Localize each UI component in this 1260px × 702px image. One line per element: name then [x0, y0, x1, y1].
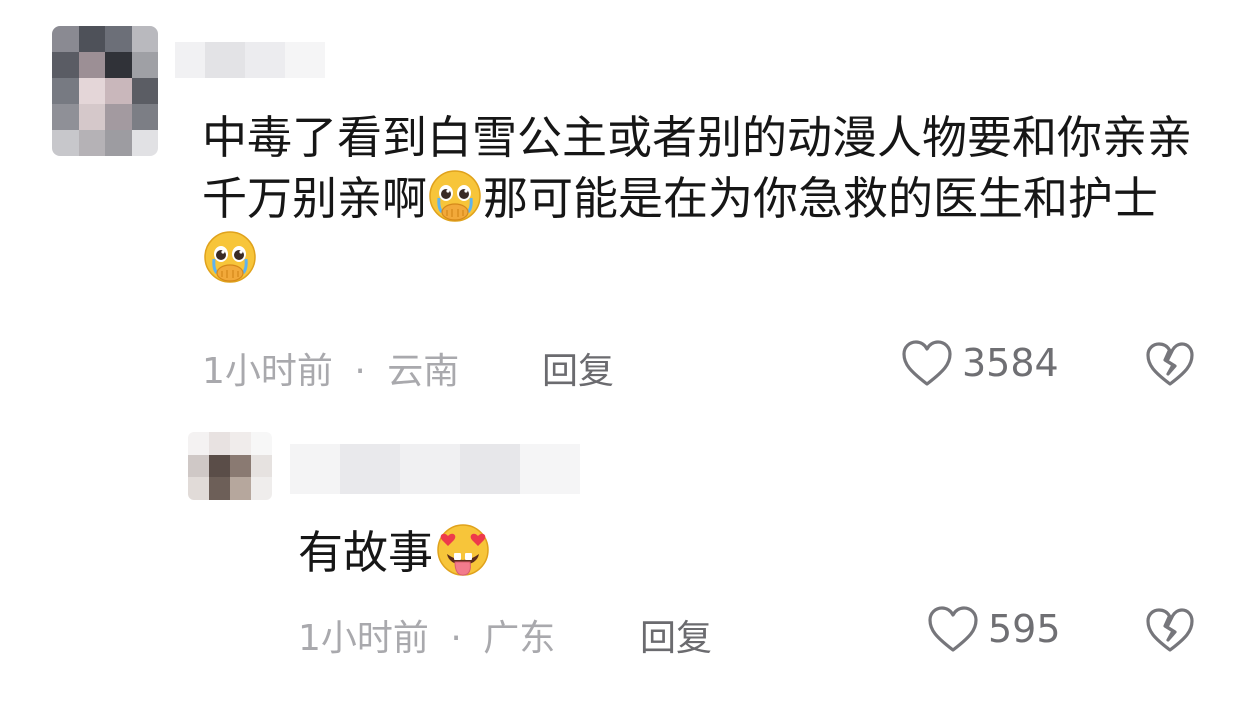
- location: 云南: [387, 351, 460, 392]
- comment-text: 有故事: [298, 518, 1098, 583]
- reply-text: 有故事: [298, 526, 434, 579]
- broken-heart-icon: [1146, 342, 1194, 386]
- heart-eyes-tongue-emoji-icon: [433, 518, 489, 576]
- timestamp: 1小时前: [202, 351, 333, 392]
- pleading-face-emoji-icon: [202, 229, 258, 285]
- comment-meta: 1小时前 · 广东: [298, 609, 555, 661]
- comment-meta: 1小时前 · 云南: [202, 342, 459, 394]
- like-button[interactable]: 3584: [900, 338, 1059, 388]
- username-redacted[interactable]: [290, 444, 580, 494]
- timestamp: 1小时前: [298, 618, 429, 659]
- like-count: 3584: [962, 341, 1059, 385]
- avatar[interactable]: [188, 432, 272, 500]
- heart-outline-icon: [902, 340, 952, 386]
- reply-button[interactable]: 回复: [542, 342, 614, 394]
- dislike-button[interactable]: [1144, 340, 1196, 392]
- reply-button[interactable]: 回复: [640, 609, 712, 661]
- meta-separator: ·: [450, 618, 462, 659]
- like-button[interactable]: 595: [926, 604, 1061, 654]
- avatar[interactable]: [52, 26, 158, 156]
- broken-heart-icon: [1146, 608, 1194, 652]
- dislike-button[interactable]: [1144, 606, 1196, 658]
- location: 广东: [483, 618, 556, 659]
- meta-separator: ·: [354, 351, 366, 392]
- pleading-face-emoji-icon: [427, 168, 483, 224]
- comment-text-part2: 那可能是在为你急救的医生和护士: [483, 172, 1159, 225]
- heart-outline-icon: [928, 606, 978, 652]
- like-count: 595: [988, 607, 1061, 651]
- username-redacted[interactable]: [175, 42, 325, 78]
- comment-text: 中毒了看到白雪公主或者别的动漫人物要和你亲亲千万别亲啊 那可能是在为你急救的医生…: [202, 108, 1212, 290]
